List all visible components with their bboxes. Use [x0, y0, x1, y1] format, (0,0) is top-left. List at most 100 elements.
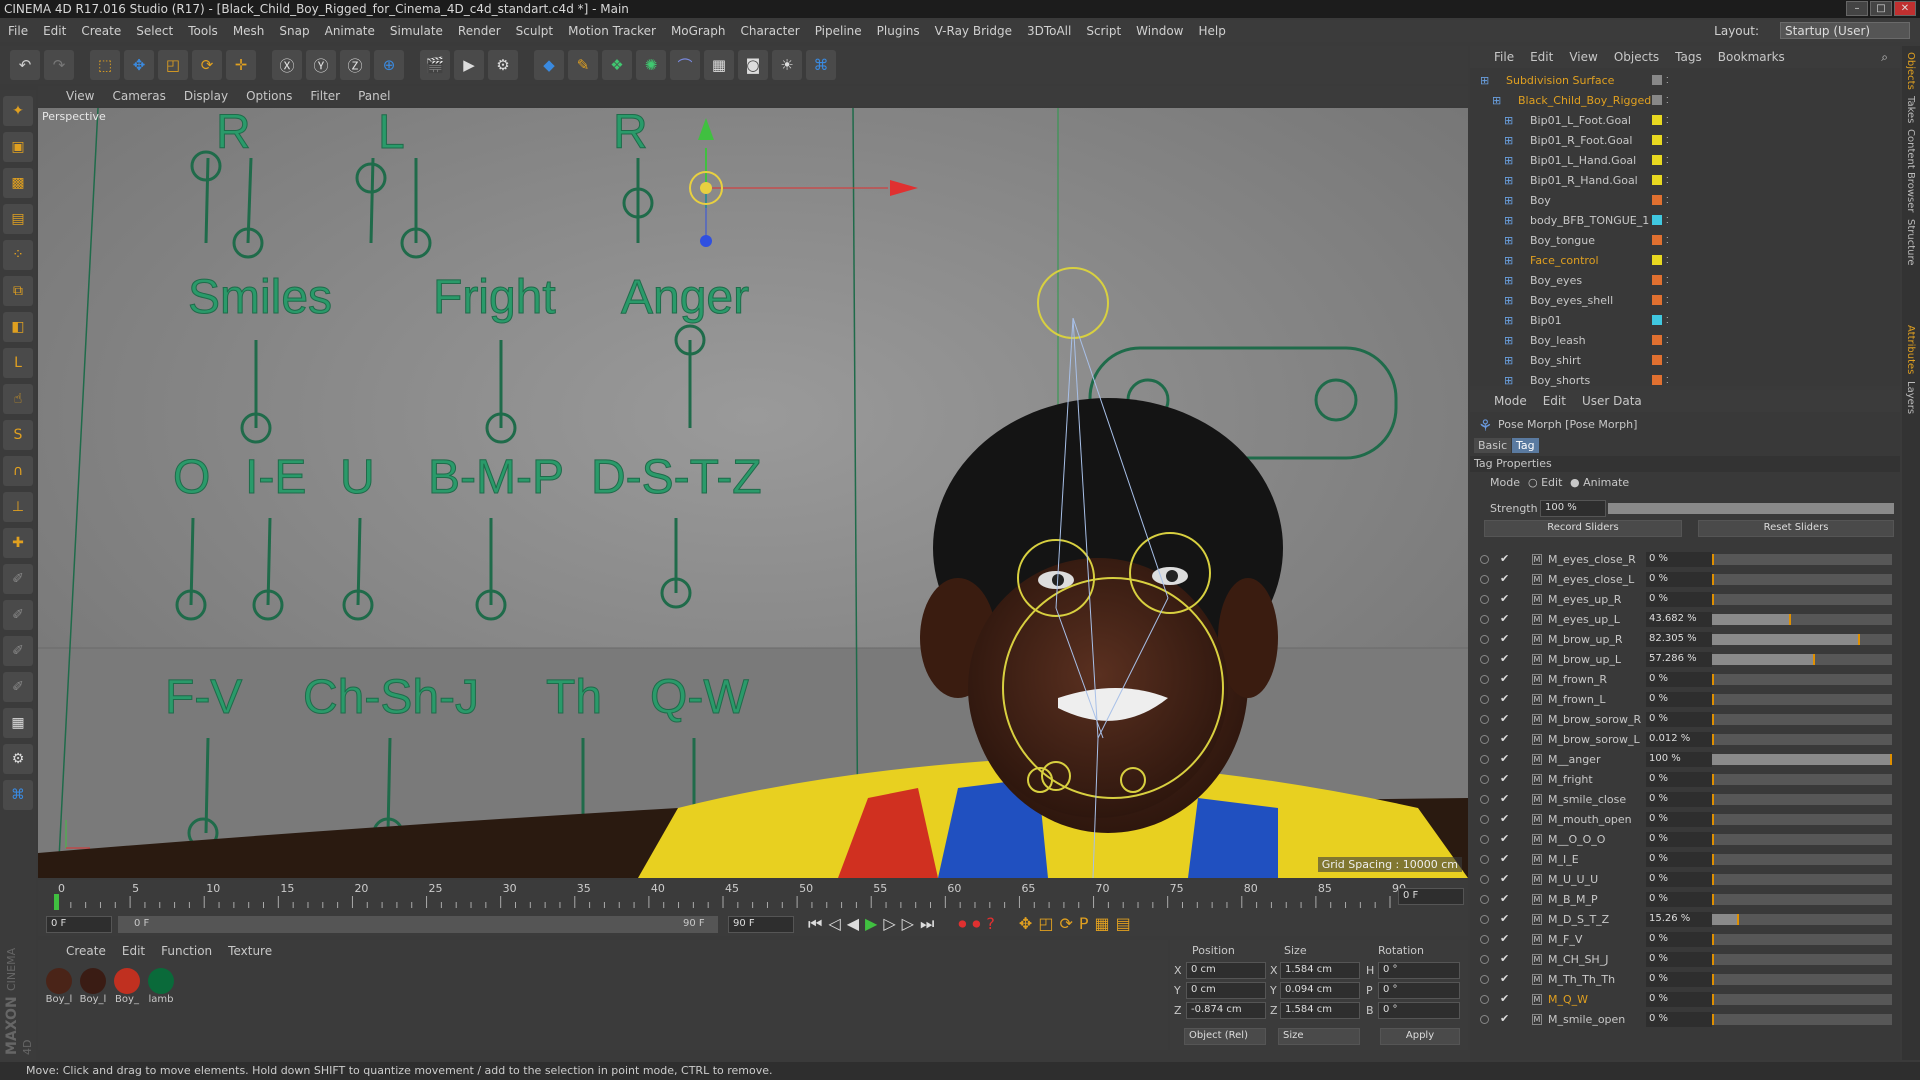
attr-menu-edit[interactable]: Edit	[1543, 394, 1566, 408]
enable-checkbox[interactable]: ✔	[1500, 752, 1509, 765]
morph-value-field[interactable]: 0 %	[1646, 692, 1712, 707]
morph-value-field[interactable]: 0 %	[1646, 812, 1712, 827]
rotation-key-icon[interactable]: ⟳	[1059, 914, 1072, 934]
morph-value-field[interactable]: 0 %	[1646, 992, 1712, 1007]
size-field[interactable]: 1.584 cm	[1280, 962, 1360, 979]
camera-object-icon[interactable]: ◙	[738, 50, 768, 80]
brush-tool-icon[interactable]: ✐	[3, 564, 33, 594]
move-tool-icon[interactable]: ✥	[124, 50, 154, 80]
render-picture-viewer-icon[interactable]: ▶	[454, 50, 484, 80]
object-row[interactable]: ⊞ Boy_eyes ⁚	[1470, 270, 1900, 290]
enable-checkbox[interactable]: ✔	[1500, 672, 1509, 685]
enable-checkbox[interactable]: ✔	[1500, 772, 1509, 785]
array-generator-icon[interactable]: ✺	[636, 50, 666, 80]
expand-icon[interactable]: ⊞	[1504, 194, 1513, 207]
object-row[interactable]: ⊞ Bip01_R_Foot.Goal ⁚	[1470, 130, 1900, 150]
go-to-end-icon[interactable]: ⏭	[920, 914, 934, 934]
menu-plugins[interactable]: Plugins	[877, 24, 920, 38]
object-row[interactable]: ⊞ Boy_eyes_shell ⁚	[1470, 290, 1900, 310]
morph-value-field[interactable]: 0 %	[1646, 972, 1712, 987]
menu-mesh[interactable]: Mesh	[233, 24, 265, 38]
expand-icon[interactable]: ⊞	[1492, 94, 1501, 107]
morph-slider-handle[interactable]	[1712, 794, 1714, 805]
pla-key-icon[interactable]: ▦	[1095, 914, 1110, 934]
attr-menu-mode[interactable]: Mode	[1494, 394, 1527, 408]
expand-icon[interactable]: ⊞	[1504, 314, 1513, 327]
layer-color-chip[interactable]	[1652, 255, 1662, 265]
expand-icon[interactable]: ⊞	[1504, 274, 1513, 287]
go-to-start-icon[interactable]: ⏮	[808, 914, 822, 934]
morph-slider-handle[interactable]	[1712, 774, 1714, 785]
expand-icon[interactable]: ⊞	[1504, 154, 1513, 167]
morph-slider[interactable]	[1712, 694, 1892, 705]
axis-mode-icon[interactable]: L	[3, 348, 33, 378]
morph-value-field[interactable]: 43.682 %	[1646, 612, 1712, 627]
size-mode-dropdown[interactable]: Size	[1278, 1028, 1360, 1045]
morph-slider[interactable]	[1712, 854, 1892, 865]
morph-slider[interactable]	[1712, 634, 1892, 645]
strength-field[interactable]: 100 %	[1540, 500, 1606, 517]
object-menu-file[interactable]: File	[1494, 50, 1514, 64]
viewport-menu-panel[interactable]: Panel	[358, 89, 390, 103]
morph-value-field[interactable]: 0.012 %	[1646, 732, 1712, 747]
animate-toggle-icon[interactable]	[1480, 555, 1489, 564]
expand-icon[interactable]: ⊞	[1504, 174, 1513, 187]
search-icon[interactable]: ⌕	[1881, 50, 1888, 65]
visibility-dots-icon[interactable]: ⁚	[1666, 176, 1669, 185]
morph-slider-handle[interactable]	[1712, 934, 1714, 945]
morph-slider[interactable]	[1712, 674, 1892, 685]
morph-value-field[interactable]: 100 %	[1646, 752, 1712, 767]
layer-color-chip[interactable]	[1652, 115, 1662, 125]
visibility-dots-icon[interactable]: ⁚	[1666, 76, 1669, 85]
morph-slider[interactable]	[1712, 734, 1892, 745]
enable-checkbox[interactable]: ✔	[1500, 892, 1509, 905]
position-field[interactable]: 0 cm	[1186, 962, 1266, 979]
material-swatch[interactable]: lamb	[146, 968, 176, 1005]
morph-slider[interactable]	[1712, 954, 1892, 965]
tab-content-browser[interactable]: Content Browser	[1905, 129, 1916, 212]
morph-slider-handle[interactable]	[1712, 894, 1714, 905]
expand-icon[interactable]: ⊞	[1504, 114, 1513, 127]
morph-slider-handle[interactable]	[1737, 914, 1740, 925]
expand-icon[interactable]: ⊞	[1504, 354, 1513, 367]
layout-dropdown[interactable]: Startup (User)	[1780, 22, 1910, 39]
expand-icon[interactable]: ⊞	[1504, 254, 1513, 267]
morph-slider-handle[interactable]	[1712, 734, 1714, 745]
python-icon[interactable]: ⌘	[806, 50, 836, 80]
position-key-icon[interactable]: ✥	[1019, 914, 1032, 934]
morph-slider-handle[interactable]	[1712, 974, 1714, 985]
visibility-dots-icon[interactable]: ⁚	[1666, 336, 1669, 345]
morph-slider-handle[interactable]	[1712, 814, 1714, 825]
sculpt-tool-icon[interactable]: ✐	[3, 636, 33, 666]
model-mode-icon[interactable]: ▣	[3, 132, 33, 162]
z-axis-lock-icon[interactable]: Ⓩ	[340, 50, 370, 80]
animate-toggle-icon[interactable]	[1480, 815, 1489, 824]
visibility-dots-icon[interactable]: ⁚	[1666, 276, 1669, 285]
object-row[interactable]: ⊞ Boy_shorts ⁚	[1470, 370, 1900, 390]
animate-toggle-icon[interactable]	[1480, 675, 1489, 684]
visibility-dots-icon[interactable]: ⁚	[1666, 96, 1669, 105]
morph-slider-handle[interactable]	[1712, 574, 1714, 585]
menu-create[interactable]: Create	[81, 24, 121, 38]
morph-slider[interactable]	[1712, 554, 1892, 565]
next-frame-icon[interactable]: ▷	[883, 914, 895, 934]
morph-value-field[interactable]: 0 %	[1646, 932, 1712, 947]
morph-value-field[interactable]: 0 %	[1646, 1012, 1712, 1027]
paint-tool-icon[interactable]: ✐	[3, 600, 33, 630]
menu-select[interactable]: Select	[136, 24, 173, 38]
enable-checkbox[interactable]: ✔	[1500, 572, 1509, 585]
menu-mograph[interactable]: MoGraph	[671, 24, 726, 38]
layer-color-chip[interactable]	[1652, 375, 1662, 385]
size-field[interactable]: 1.584 cm	[1280, 1002, 1360, 1019]
edges-mode-icon[interactable]: ⧉	[3, 276, 33, 306]
record-keys-icon[interactable]: ⏺	[958, 914, 966, 934]
enable-checkbox[interactable]: ✔	[1500, 692, 1509, 705]
object-menu-tags[interactable]: Tags	[1675, 50, 1702, 64]
morph-slider[interactable]	[1712, 914, 1892, 925]
material-menu-create[interactable]: Create	[66, 944, 106, 962]
rotation-field[interactable]: 0 °	[1378, 962, 1460, 979]
morph-slider[interactable]	[1712, 654, 1892, 665]
expand-icon[interactable]: ⊞	[1504, 134, 1513, 147]
visibility-dots-icon[interactable]: ⁚	[1666, 376, 1669, 385]
perspective-viewport[interactable]: R L R Smiles Fright Anger O I-E U B-M-P …	[38, 108, 1468, 878]
